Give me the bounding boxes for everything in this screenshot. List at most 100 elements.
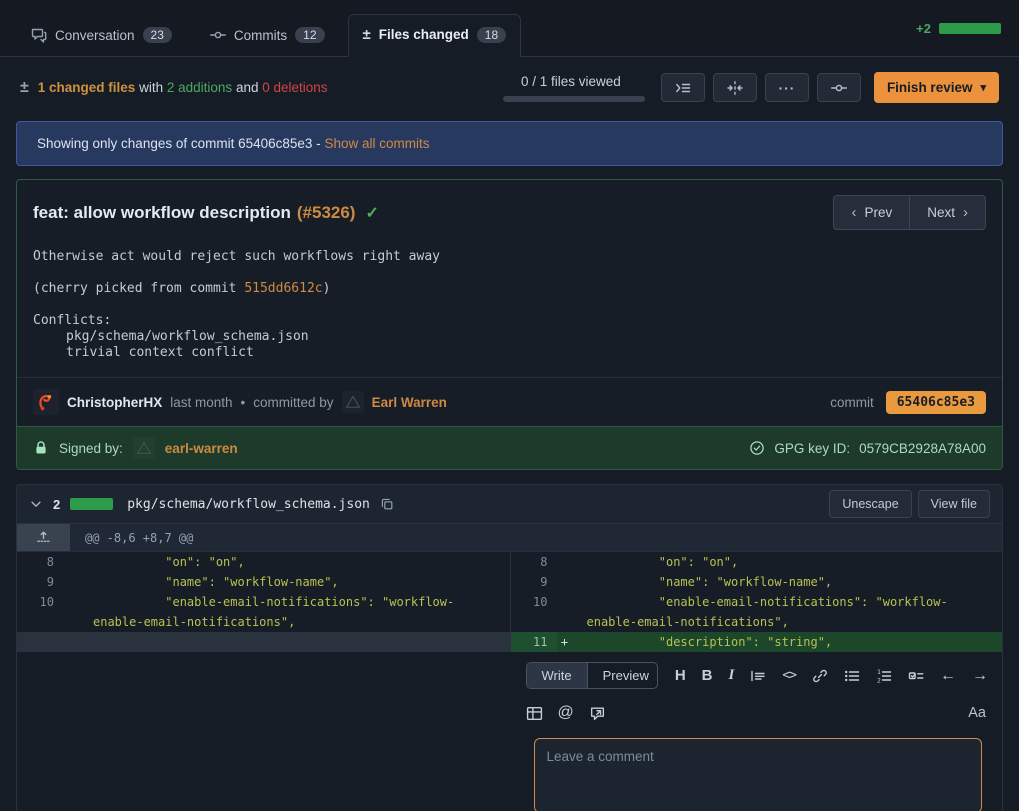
commit-signature-row: Signed by: earl-warren GPG key ID: 0579C… [17,426,1002,469]
table-button[interactable] [526,705,543,722]
view-file-button[interactable]: View file [918,490,990,518]
files-viewed-bar [503,96,645,102]
next-commit-button[interactable]: Next › [909,195,986,230]
author-avatar[interactable] [33,389,59,415]
bullet-list-button[interactable] [844,668,860,684]
svg-text:1: 1 [877,668,881,676]
new-line-number[interactable]: 8 [511,552,557,572]
write-tab[interactable]: Write [527,663,588,688]
commit-icon [210,27,226,43]
issue-link[interactable]: (#5326) [297,203,356,223]
quote-button[interactable] [750,668,766,684]
diff-view-style-button[interactable] [713,73,757,102]
tab-conversation[interactable]: Conversation 23 [16,15,187,56]
commit-title: feat: allow workflow description (#5326)… [33,203,379,223]
author-name[interactable]: ChristopherHX [67,395,162,410]
bold-button[interactable]: B [702,667,713,684]
preview-tab[interactable]: Preview [588,663,658,688]
split-diff-icon [727,80,743,96]
diff-left-cell: 9 "name": "workflow-name", [17,572,510,592]
expand-hunk-button[interactable] [17,524,70,551]
gpg-key-label: GPG key ID: [774,441,850,456]
added-sign: + [557,632,573,652]
pr-tab-bar: Conversation 23 Commits 12 ± Files chang… [0,0,1019,57]
committer-name[interactable]: Earl Warren [372,395,447,410]
new-line-number[interactable]: 9 [511,572,557,592]
mention-button[interactable]: @ [558,704,574,722]
font-toggle[interactable]: Aa [968,705,988,721]
chevron-right-icon: › [963,204,968,221]
signer-name[interactable]: earl-warren [165,441,238,456]
italic-button[interactable]: I [729,667,735,684]
tab-files-changed[interactable]: ± Files changed 18 [348,14,522,57]
conversation-icon [31,27,47,43]
files-viewed-progress: 0 / 1 files viewed [503,74,645,102]
unescape-button[interactable]: Unescape [829,490,911,518]
diff-row: 10 "enable-email-notifications": "workfl… [17,592,1002,632]
cherry-pick-hash-link[interactable]: 515dd6612c [244,281,322,296]
committer-avatar[interactable] [342,391,364,413]
signed-by-label: Signed by: [59,441,123,456]
diff-left-empty-cell [17,632,510,652]
diff-options-button[interactable]: ··· [765,73,809,102]
cherry-pick-text: (cherry picked from commit [33,281,244,296]
diff-icon: ± [363,26,371,43]
commit-title-text: feat: allow workflow description [33,203,291,223]
redo-button[interactable]: → [972,667,988,685]
prev-label: Prev [864,205,892,220]
reference-button[interactable] [589,705,606,722]
new-code-line: "on": "on", [573,552,1003,572]
commit-select-button[interactable] [817,73,861,102]
task-list-button[interactable] [908,668,924,684]
show-all-commits-link[interactable]: Show all commits [324,136,429,151]
verified-badge-icon [749,440,765,456]
tab-commits[interactable]: Commits 12 [195,15,340,56]
diff-left-cell: 10 "enable-email-notifications": "workfl… [17,592,510,632]
new-line-number[interactable]: 10 [511,592,557,632]
inline-comment-left-spacer [17,652,510,811]
new-line-number[interactable]: 11 [511,632,557,652]
diff-filename: pkg/schema/workflow_schema.json [127,497,370,512]
comment-extra-tools: @ Aa [526,704,989,722]
finish-review-button[interactable]: Finish review ▾ [874,72,999,103]
markdown-tools: H B I <> [675,667,988,685]
conflicts-label: Conflicts: [33,313,986,329]
changed-files-count[interactable]: 1 changed files [38,80,136,95]
commit-message-line: Otherwise act would reject such workflow… [33,249,986,265]
old-line-number[interactable]: 10 [17,592,63,632]
tab-commits-label: Commits [234,28,287,43]
conflict-file: pkg/schema/workflow_schema.json [33,329,986,345]
old-line-number[interactable]: 9 [17,572,63,592]
cherry-pick-close: ) [323,281,331,296]
new-code-line: "name": "workflow-name", [573,572,1003,592]
diff-summary-toolbar: ± 1 changed files with 2 additions and 0… [0,57,1019,116]
link-button[interactable] [812,668,828,684]
heading-button[interactable]: H [675,667,686,684]
new-code-line: "enable-email-notifications": "workflow-… [573,592,1003,632]
file-tree-icon [675,80,691,96]
diff-file-actions: Unescape View file [829,490,990,518]
file-changes-count: 2 [53,497,60,512]
numbered-list-button[interactable]: 1 2 [876,668,892,684]
diff-right-cell: 8 "on": "on", [510,552,1003,572]
diff-right-cell: 10 "enable-email-notifications": "workfl… [510,592,1003,632]
changed-files-summary: ± 1 changed files with 2 additions and 0… [20,79,328,97]
copy-filename-icon[interactable] [380,497,394,511]
dot-separator: • [241,395,246,410]
commit-pagination: ‹ Prev Next › [833,195,986,230]
undo-button[interactable]: ← [940,667,956,685]
commit-sha-badge[interactable]: 65406c85e3 [886,391,986,414]
signer-avatar[interactable] [133,437,155,459]
inline-comment-row: Write Preview H B I <> [17,652,1002,811]
commit-author-row: ChristopherHX last month • committed by … [17,377,1002,426]
review-controls: 0 / 1 files viewed ··· [503,72,999,103]
chevron-down-icon[interactable] [29,497,43,511]
prev-commit-button[interactable]: ‹ Prev [833,195,909,230]
svg-text:2: 2 [877,676,881,684]
old-line-number[interactable]: 8 [17,552,63,572]
code-button[interactable]: <> [782,668,796,683]
tab-files-changed-label: Files changed [379,27,469,42]
pr-diffstat: +2 [916,21,1007,36]
comment-textarea[interactable] [534,738,983,811]
file-tree-toggle-button[interactable] [661,73,705,102]
